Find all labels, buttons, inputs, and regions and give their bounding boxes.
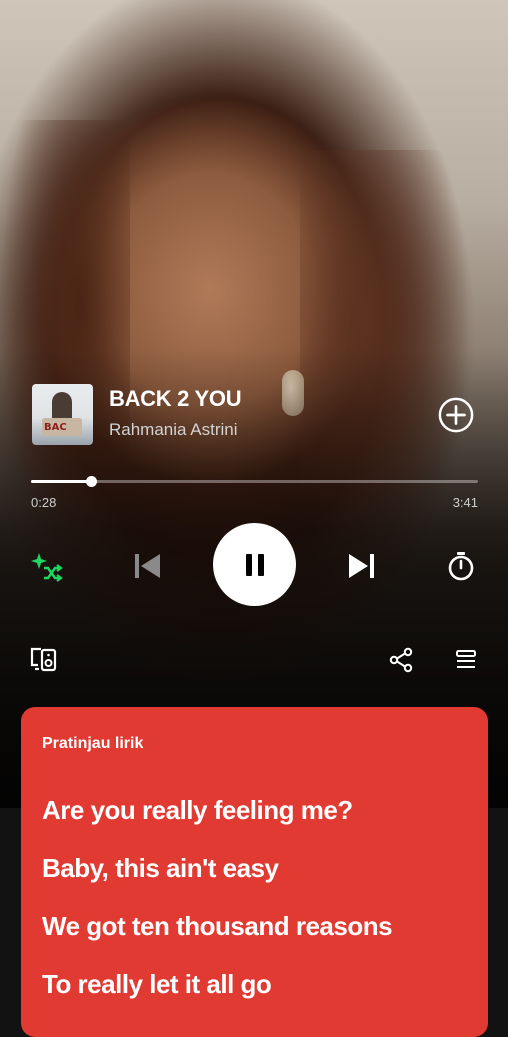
- plus-circle-icon: [438, 397, 474, 433]
- track-artist[interactable]: Rahmania Astrini: [109, 420, 238, 440]
- progress-handle[interactable]: [86, 476, 98, 487]
- album-art-text: BAC: [44, 422, 67, 433]
- share-icon: [389, 647, 413, 673]
- progress-fill: [31, 480, 92, 483]
- connect-device-icon: [30, 647, 57, 672]
- timer-icon: [448, 552, 474, 581]
- lyrics-line: We got ten thousand reasons: [42, 911, 393, 941]
- album-art[interactable]: BAC: [32, 384, 93, 445]
- sleep-timer-button[interactable]: [441, 546, 481, 586]
- queue-button[interactable]: [451, 645, 481, 675]
- lyrics-line: Baby, this ain't easy: [42, 853, 279, 883]
- add-to-library-button[interactable]: [438, 397, 474, 433]
- background-shade: [300, 150, 470, 570]
- connect-device-button[interactable]: [27, 645, 61, 675]
- smart-shuffle-icon: [31, 553, 63, 582]
- next-button[interactable]: [342, 546, 382, 586]
- lyrics-line: To really let it all go: [42, 969, 272, 999]
- smart-shuffle-button[interactable]: [27, 547, 67, 587]
- total-time: 3:41: [452, 495, 478, 510]
- progress-bar[interactable]: [31, 475, 478, 489]
- lyrics-preview-header: Pratinjau lirik: [42, 735, 144, 752]
- track-title[interactable]: BACK 2 YOU: [109, 386, 242, 412]
- progress-track: [31, 480, 478, 483]
- pause-icon: [245, 553, 264, 576]
- current-time: 0:28: [31, 495, 57, 510]
- skip-previous-icon: [135, 554, 160, 578]
- lyrics-preview-card[interactable]: Pratinjau lirik Are you really feeling m…: [21, 707, 488, 1037]
- queue-icon: [456, 650, 476, 668]
- pause-button[interactable]: [213, 523, 296, 606]
- previous-button[interactable]: [127, 546, 167, 586]
- skip-next-icon: [349, 554, 374, 578]
- track-info: BAC BACK 2 YOU Rahmania Astrini: [32, 384, 478, 446]
- share-button[interactable]: [386, 645, 416, 675]
- lyrics-line: Are you really feeling me?: [42, 795, 353, 825]
- background-shade: [0, 120, 130, 580]
